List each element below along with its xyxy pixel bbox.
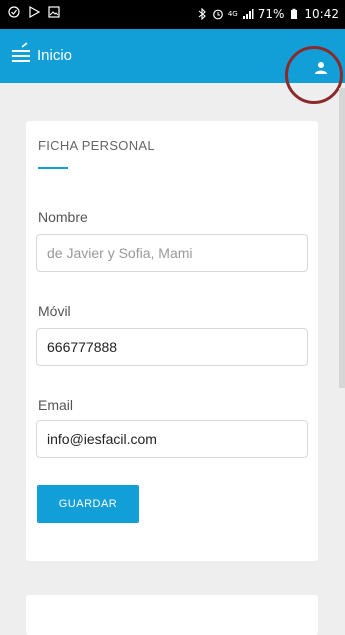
- second-card: [26, 595, 318, 635]
- personal-info-card: FICHA PERSONAL Nombre Móvil Email GUARDA…: [26, 121, 318, 561]
- save-button[interactable]: GUARDAR: [37, 485, 139, 523]
- image-icon: [48, 6, 60, 18]
- mobile-label: Móvil: [38, 303, 71, 319]
- play-store-icon: [29, 6, 40, 18]
- network-type: 4G: [227, 10, 238, 18]
- status-bar: 4G 71% 10:42: [0, 0, 345, 29]
- clock: 10:42: [304, 7, 339, 21]
- signal-icon: [242, 9, 254, 19]
- page-title: Inicio: [37, 47, 73, 64]
- email-label: Email: [38, 397, 74, 413]
- shield-icon: [8, 6, 20, 18]
- highlight-circle: [285, 46, 343, 104]
- bluetooth-icon: [198, 8, 206, 20]
- alarm-icon: [212, 9, 223, 20]
- hamburger-menu-icon[interactable]: [12, 42, 30, 64]
- email-field[interactable]: [36, 420, 308, 458]
- mobile-field[interactable]: [36, 328, 308, 366]
- battery-icon: [291, 8, 298, 19]
- card-title: FICHA PERSONAL: [38, 138, 155, 153]
- name-label: Nombre: [38, 209, 88, 225]
- scrollbar[interactable]: [339, 88, 345, 388]
- title-underline: [38, 167, 68, 169]
- battery-percent: 71%: [257, 7, 285, 21]
- name-field[interactable]: [36, 234, 308, 272]
